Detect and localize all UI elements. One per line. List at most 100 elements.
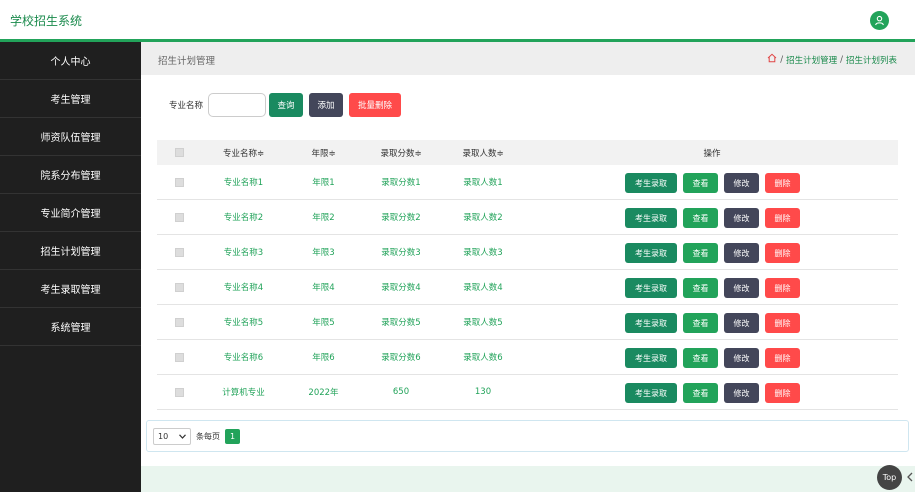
table-row: 专业名称3 年限3 录取分数3 录取人数3 考生录取 查看 修改 删除 [157,235,898,270]
sidebar-item-examinees[interactable]: 考生管理 [0,80,141,118]
delete-button[interactable]: 删除 [765,278,800,298]
admit-button[interactable]: 考生录取 [625,208,677,228]
admit-button[interactable]: 考生录取 [625,278,677,298]
page-size-select[interactable]: 10 [153,427,191,445]
cell-score: 录取分数1 [381,178,421,188]
page-button-current[interactable]: 1 [225,428,240,444]
view-button[interactable]: 查看 [683,243,718,263]
breadcrumb: / 招生计划管理 / 招生计划列表 [767,53,897,66]
back-to-top-button[interactable]: Top [877,465,902,490]
row-checkbox-cell [157,340,201,374]
admit-button[interactable]: 考生录取 [625,243,677,263]
edit-button[interactable]: 修改 [724,173,759,193]
row-checkbox[interactable] [174,317,184,327]
row-actions: 考生录取 查看 修改 删除 [625,278,800,298]
admit-button[interactable]: 考生录取 [625,383,677,403]
row-checkbox-cell [157,165,201,199]
row-checkbox-cell [157,375,201,409]
admit-button[interactable]: 考生录取 [625,173,677,193]
row-checkbox[interactable] [174,352,184,362]
view-button[interactable]: 查看 [683,348,718,368]
edit-button[interactable]: 修改 [724,313,759,333]
delete-button[interactable]: 删除 [765,313,800,333]
row-checkbox[interactable] [174,282,184,292]
search-input[interactable] [208,93,267,117]
row-checkbox-cell [157,200,201,234]
breadcrumb-separator: / [840,54,843,65]
select-all-checkbox[interactable] [174,148,184,157]
edit-button[interactable]: 修改 [724,208,759,228]
row-checkbox-cell [157,235,201,269]
sidebar-item-system[interactable]: 系统管理 [0,308,141,346]
cell-name: 专业名称3 [223,248,264,258]
view-button[interactable]: 查看 [683,383,718,403]
view-button[interactable]: 查看 [683,278,718,298]
cell-count: 录取人数6 [463,353,503,363]
cell-count: 录取人数3 [463,248,503,258]
row-checkbox[interactable] [174,387,184,397]
row-actions: 考生录取 查看 修改 删除 [625,208,800,228]
row-checkbox-cell [157,270,201,304]
breadcrumb-item-plan-management[interactable]: 招生计划管理 [786,54,837,66]
cell-count: 录取人数1 [463,178,503,188]
cell-score: 录取分数4 [381,283,421,293]
cell-years: 年限5 [312,318,335,328]
edit-button[interactable]: 修改 [724,278,759,298]
edit-button[interactable]: 修改 [724,348,759,368]
page-title: 招生计划管理 [158,56,216,67]
cell-name: 专业名称1 [223,178,264,188]
delete-button[interactable]: 删除 [765,173,800,193]
sidebar-item-personal-center[interactable]: 个人中心 [0,42,141,80]
cell-years: 年限2 [312,213,335,223]
sidebar-item-enrollment-plan[interactable]: 招生计划管理 [0,232,141,270]
batch-delete-button[interactable]: 批量删除 [349,93,402,117]
row-actions: 考生录取 查看 修改 删除 [625,173,800,193]
table-row: 专业名称2 年限2 录取分数2 录取人数2 考生录取 查看 修改 删除 [157,200,898,235]
edit-button[interactable]: 修改 [724,383,759,403]
view-button[interactable]: 查看 [683,173,718,193]
edit-button[interactable]: 修改 [724,243,759,263]
delete-button[interactable]: 删除 [765,208,800,228]
query-button[interactable]: 查询 [269,93,304,117]
app-title: 学校招生系统 [10,14,83,28]
table-row: 专业名称5 年限5 录取分数5 录取人数5 考生录取 查看 修改 删除 [157,305,898,340]
row-checkbox[interactable] [174,212,184,222]
sidebar-item-faculty[interactable]: 师资队伍管理 [0,118,141,156]
column-header-name[interactable]: 专业名称≑ [201,140,286,165]
column-header-count[interactable]: 录取人数≑ [441,140,525,165]
row-actions: 考生录取 查看 修改 删除 [625,313,800,333]
column-header-years[interactable]: 年限≑ [286,140,361,165]
cell-years: 年限1 [312,178,335,188]
delete-button[interactable]: 删除 [765,348,800,368]
row-actions: 考生录取 查看 修改 删除 [625,383,800,403]
row-checkbox[interactable] [174,247,184,257]
delete-button[interactable]: 删除 [765,383,800,403]
delete-button[interactable]: 删除 [765,243,800,263]
table-row: 专业名称4 年限4 录取分数4 录取人数4 考生录取 查看 修改 删除 [157,270,898,305]
view-button[interactable]: 查看 [683,208,718,228]
chevron-left-icon[interactable] [906,472,914,485]
sidebar-item-majors[interactable]: 专业简介管理 [0,194,141,232]
cell-years: 年限3 [312,248,335,258]
home-icon[interactable] [767,53,777,66]
column-header-score[interactable]: 录取分数≑ [361,140,441,165]
breadcrumb-separator: / [780,54,784,65]
sidebar-item-admissions[interactable]: 考生录取管理 [0,270,141,308]
cell-count: 录取人数5 [463,318,503,328]
user-icon[interactable] [870,11,889,30]
cell-name: 专业名称5 [223,318,264,328]
breadcrumb-bar: 招生计划管理 / 招生计划管理 / 招生计划列表 [141,42,915,75]
sidebar-item-departments[interactable]: 院系分布管理 [0,156,141,194]
cell-count: 录取人数4 [463,283,503,293]
view-button[interactable]: 查看 [683,313,718,333]
admit-button[interactable]: 考生录取 [625,313,677,333]
cell-score: 录取分数6 [381,353,421,363]
header-checkbox-cell [157,140,201,165]
row-actions: 考生录取 查看 修改 删除 [625,243,800,263]
row-checkbox[interactable] [174,177,184,187]
table-row: 专业名称1 年限1 录取分数1 录取人数1 考生录取 查看 修改 删除 [157,165,898,200]
search-label: 专业名称 [169,101,204,111]
cell-score: 录取分数2 [381,213,421,223]
add-button[interactable]: 添加 [309,93,344,117]
admit-button[interactable]: 考生录取 [625,348,677,368]
